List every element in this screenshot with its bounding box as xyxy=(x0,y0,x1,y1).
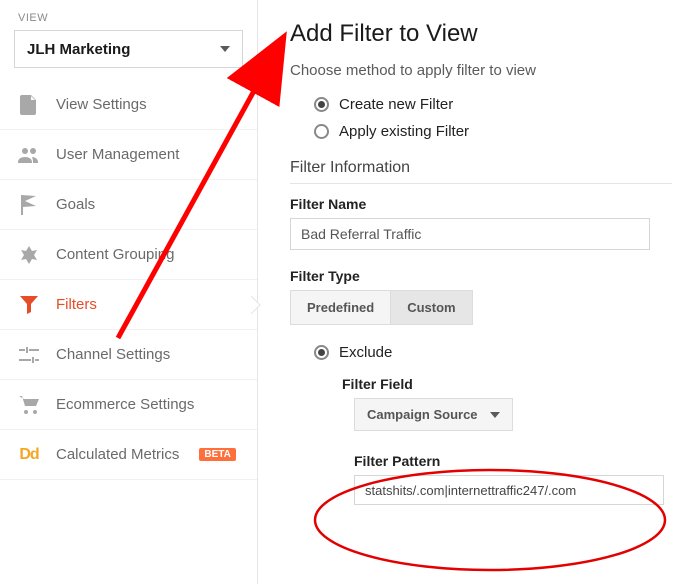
sidebar-nav: View Settings User Management Goals Cont… xyxy=(0,80,257,480)
funnel-icon xyxy=(18,296,40,314)
sidebar-item-label: Content Grouping xyxy=(56,246,174,263)
filter-field-dropdown[interactable]: Campaign Source xyxy=(354,398,513,431)
sidebar-item-channel-settings[interactable]: Channel Settings xyxy=(0,330,257,380)
sidebar-item-goals[interactable]: Goals xyxy=(0,180,257,230)
sidebar-item-label: Ecommerce Settings xyxy=(56,396,194,413)
sidebar-item-user-management[interactable]: User Management xyxy=(0,130,257,180)
sidebar-item-label: View Settings xyxy=(56,96,147,113)
grouping-icon xyxy=(18,246,40,264)
view-label: VIEW xyxy=(0,12,257,30)
method-label: Choose method to apply filter to view xyxy=(290,62,672,79)
tab-custom[interactable]: Custom xyxy=(391,290,472,325)
filter-field-value: Campaign Source xyxy=(367,407,478,422)
filter-type-tabs: Predefined Custom xyxy=(290,290,672,325)
sliders-icon xyxy=(18,347,40,363)
radio-icon xyxy=(314,97,329,112)
radio-icon xyxy=(314,124,329,139)
radio-create-new[interactable]: Create new Filter xyxy=(290,91,672,118)
filter-info-heading: Filter Information xyxy=(290,159,672,184)
dd-icon: Dd xyxy=(18,446,40,464)
tab-predefined[interactable]: Predefined xyxy=(290,290,391,325)
radio-icon xyxy=(314,345,329,360)
radio-label: Apply existing Filter xyxy=(339,123,469,140)
radio-label: Create new Filter xyxy=(339,96,453,113)
filter-name-input[interactable] xyxy=(290,218,650,250)
view-dropdown-value: JLH Marketing xyxy=(27,41,130,58)
page-title: Add Filter to View xyxy=(290,20,672,48)
sidebar-item-label: Goals xyxy=(56,196,95,213)
sidebar-item-label: Calculated Metrics xyxy=(56,446,179,463)
document-icon xyxy=(18,95,40,115)
radio-exclude[interactable]: Exclude xyxy=(314,339,672,366)
filter-pattern-label: Filter Pattern xyxy=(354,453,672,469)
sidebar-item-ecommerce-settings[interactable]: Ecommerce Settings xyxy=(0,380,257,430)
filter-name-label: Filter Name xyxy=(290,196,672,212)
users-icon xyxy=(18,147,40,163)
sidebar-item-label: Filters xyxy=(56,296,97,313)
method-radio-group: Create new Filter Apply existing Filter xyxy=(290,91,672,145)
sidebar-item-calculated-metrics[interactable]: Dd Calculated Metrics BETA xyxy=(0,430,257,480)
sidebar-item-label: User Management xyxy=(56,146,179,163)
radio-apply-existing[interactable]: Apply existing Filter xyxy=(290,118,672,145)
sidebar-item-content-grouping[interactable]: Content Grouping xyxy=(0,230,257,280)
main-panel: Add Filter to View Choose method to appl… xyxy=(258,0,700,584)
sidebar: VIEW JLH Marketing View Settings User Ma… xyxy=(0,0,258,584)
flag-icon xyxy=(18,195,40,215)
caret-down-icon xyxy=(220,46,230,52)
sidebar-item-filters[interactable]: Filters xyxy=(0,280,257,330)
view-dropdown[interactable]: JLH Marketing xyxy=(14,30,243,68)
filter-pattern-input[interactable] xyxy=(354,475,664,505)
radio-label: Exclude xyxy=(339,344,392,361)
filter-type-label: Filter Type xyxy=(290,268,672,284)
beta-badge: BETA xyxy=(199,448,235,461)
cart-icon xyxy=(18,396,40,414)
sidebar-item-label: Channel Settings xyxy=(56,346,170,363)
sidebar-item-view-settings[interactable]: View Settings xyxy=(0,80,257,130)
filter-field-label: Filter Field xyxy=(342,376,672,392)
caret-down-icon xyxy=(490,412,500,418)
